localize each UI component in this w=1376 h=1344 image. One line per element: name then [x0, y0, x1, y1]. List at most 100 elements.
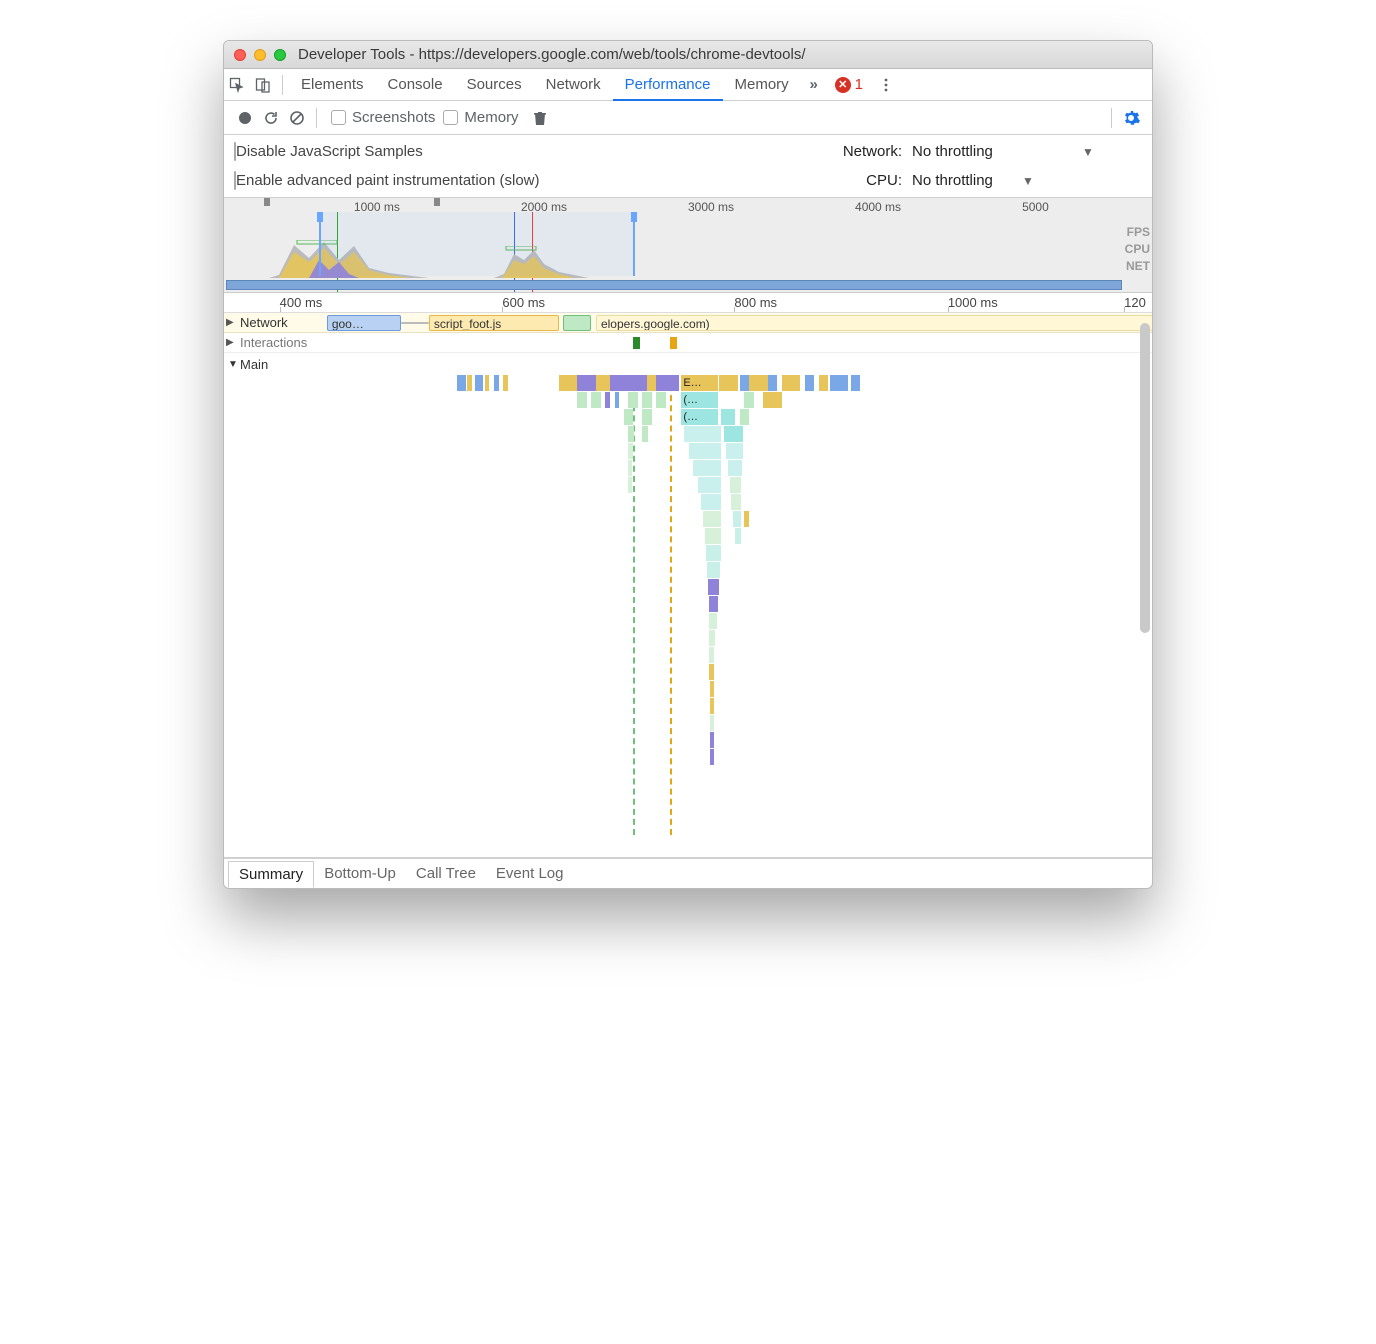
- network-request-bar[interactable]: script_foot.js: [429, 315, 559, 331]
- flame-bar[interactable]: [709, 664, 714, 680]
- garbage-collect-icon[interactable]: [527, 105, 553, 131]
- expand-icon[interactable]: ▶: [226, 317, 234, 328]
- flame-bar[interactable]: [749, 375, 768, 391]
- flame-bar[interactable]: [730, 477, 741, 493]
- network-request-bar[interactable]: [563, 315, 591, 331]
- interaction-marker[interactable]: [670, 337, 676, 349]
- flame-bar[interactable]: [740, 409, 749, 425]
- interactions-track[interactable]: ▶ Interactions: [224, 333, 1152, 353]
- collapse-icon[interactable]: ▼: [226, 359, 240, 370]
- vertical-scrollbar[interactable]: [1140, 323, 1150, 633]
- flame-bar[interactable]: [744, 511, 749, 527]
- flame-bar[interactable]: [656, 375, 679, 391]
- flame-bar[interactable]: [642, 392, 651, 408]
- flame-bar[interactable]: [710, 715, 714, 731]
- flame-bar[interactable]: [830, 375, 849, 391]
- flame-bar[interactable]: [642, 409, 651, 425]
- network-request-bar[interactable]: goo…: [327, 315, 401, 331]
- detail-ruler[interactable]: 400 ms600 ms800 ms1000 ms120: [224, 293, 1152, 313]
- error-count[interactable]: 1: [855, 76, 863, 93]
- flame-bar[interactable]: [485, 375, 490, 391]
- flame-bar[interactable]: [628, 477, 632, 493]
- flame-bar[interactable]: [719, 375, 738, 391]
- flame-bar[interactable]: (…: [681, 409, 718, 425]
- flame-bar[interactable]: [628, 426, 634, 442]
- flame-bar[interactable]: [467, 375, 472, 391]
- kebab-menu-icon[interactable]: [873, 72, 899, 98]
- flame-bar[interactable]: [591, 392, 600, 408]
- flame-bar[interactable]: [709, 647, 714, 663]
- flame-bar[interactable]: [628, 443, 633, 459]
- settings-gear-icon[interactable]: [1118, 105, 1144, 131]
- disable-js-samples-checkbox[interactable]: Disable JavaScript Samples: [234, 143, 540, 160]
- flame-bar[interactable]: [503, 375, 508, 391]
- error-badge-icon[interactable]: ✕: [835, 77, 851, 93]
- flame-bar[interactable]: [710, 732, 714, 748]
- flame-bar[interactable]: [710, 698, 714, 714]
- flame-bar[interactable]: [724, 426, 743, 442]
- reload-icon[interactable]: [258, 105, 284, 131]
- tab-sources[interactable]: Sources: [455, 69, 534, 101]
- minimize-window-icon[interactable]: [254, 49, 266, 61]
- flame-bar[interactable]: [656, 392, 665, 408]
- flame-bar[interactable]: [698, 477, 721, 493]
- checkbox-icon[interactable]: [443, 110, 458, 125]
- flame-bar[interactable]: [805, 375, 814, 391]
- network-track[interactable]: ▶ Network goo…script_foot.jselopers.goog…: [224, 313, 1152, 333]
- tab-elements[interactable]: Elements: [289, 69, 376, 101]
- flame-bar[interactable]: [457, 375, 466, 391]
- flame-bar[interactable]: [740, 375, 749, 391]
- flame-bar[interactable]: [689, 443, 721, 459]
- enable-paint-instrumentation-checkbox[interactable]: Enable advanced paint instrumentation (s…: [234, 172, 540, 189]
- expand-icon[interactable]: ▶: [226, 337, 234, 348]
- flame-bar[interactable]: [596, 375, 610, 391]
- flame-bar[interactable]: [705, 528, 722, 544]
- network-throttle-select[interactable]: Network: No throttling ▼: [842, 143, 1142, 160]
- flame-bar[interactable]: [709, 630, 715, 646]
- cpu-throttle-select[interactable]: CPU: No throttling ▼: [842, 172, 1142, 189]
- flame-bar[interactable]: [628, 392, 637, 408]
- overview-viewport[interactable]: [319, 212, 635, 276]
- flame-bar[interactable]: [701, 494, 721, 510]
- flame-bar[interactable]: [494, 375, 499, 391]
- flame-bar[interactable]: [728, 460, 742, 476]
- flame-bar[interactable]: [577, 375, 596, 391]
- network-request-bar[interactable]: elopers.google.com): [596, 315, 1152, 331]
- flame-bar[interactable]: [706, 545, 721, 561]
- details-tab-event-log[interactable]: Event Log: [486, 861, 574, 886]
- screenshots-checkbox[interactable]: Screenshots: [331, 109, 435, 126]
- flame-bar[interactable]: [782, 375, 801, 391]
- tab-network[interactable]: Network: [534, 69, 613, 101]
- flame-bar[interactable]: [819, 375, 828, 391]
- flame-bar[interactable]: [559, 375, 578, 391]
- overflow-tabs-icon[interactable]: »: [801, 72, 827, 98]
- record-icon[interactable]: [232, 105, 258, 131]
- flame-bar[interactable]: [726, 443, 743, 459]
- tab-memory[interactable]: Memory: [723, 69, 801, 101]
- flame-bar[interactable]: [577, 392, 586, 408]
- interaction-marker[interactable]: [633, 337, 639, 349]
- flame-bar[interactable]: [615, 392, 620, 408]
- details-tab-summary[interactable]: Summary: [228, 861, 314, 888]
- flame-bar[interactable]: [721, 409, 735, 425]
- flame-bar[interactable]: [628, 460, 632, 476]
- clear-icon[interactable]: [284, 105, 310, 131]
- flame-bar[interactable]: [768, 375, 777, 391]
- flame-bar[interactable]: [763, 392, 782, 408]
- tab-console[interactable]: Console: [376, 69, 455, 101]
- memory-checkbox[interactable]: Memory: [443, 109, 518, 126]
- flame-bar[interactable]: [610, 375, 629, 391]
- flame-bar[interactable]: [693, 460, 721, 476]
- flame-bar[interactable]: [707, 562, 720, 578]
- flame-bar[interactable]: E…: [681, 375, 718, 391]
- flame-bar[interactable]: (…: [681, 392, 718, 408]
- flame-bar[interactable]: [647, 375, 656, 391]
- flame-bar[interactable]: [709, 596, 718, 612]
- timeline-overview[interactable]: 1000 ms2000 ms3000 ms4000 ms5000: [224, 198, 1152, 293]
- viewport-left-handle[interactable]: [317, 212, 323, 222]
- details-tab-bottom-up[interactable]: Bottom-Up: [314, 861, 406, 886]
- flame-bar[interactable]: [710, 749, 714, 765]
- flame-bar[interactable]: [642, 426, 648, 442]
- flame-bar[interactable]: [703, 511, 722, 527]
- flame-bar[interactable]: [731, 494, 740, 510]
